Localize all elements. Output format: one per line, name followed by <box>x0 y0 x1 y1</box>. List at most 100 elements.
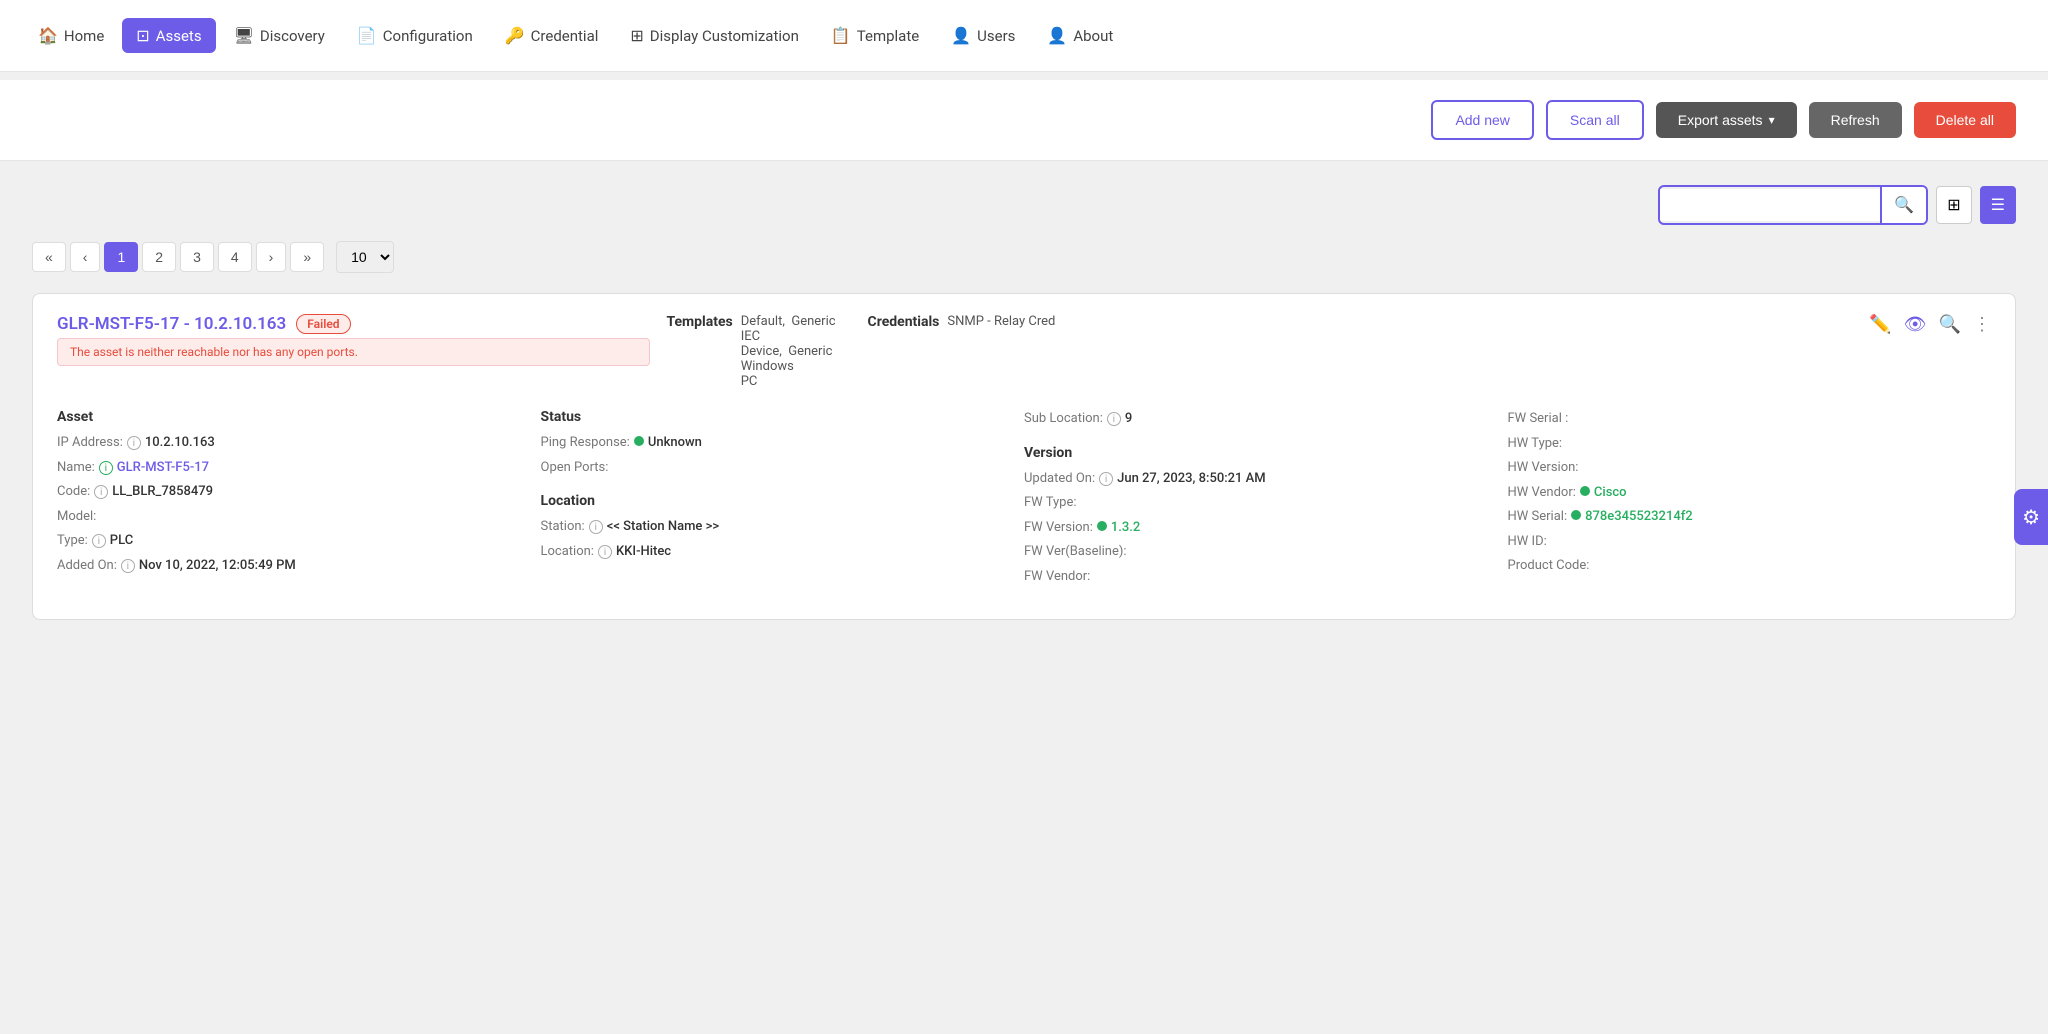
search-button[interactable]: 🔍 <box>1880 187 1926 223</box>
nav-discovery[interactable]: 🖥 Discovery <box>220 18 339 53</box>
assets-icon: ⊡ <box>136 26 149 45</box>
type-row: Type: i PLC <box>57 531 541 551</box>
nav-home[interactable]: 🏠 Home <box>24 18 118 53</box>
list-view-button[interactable]: ☰ <box>1980 186 2016 224</box>
edit-icon[interactable]: ✏️ <box>1869 314 1891 335</box>
nav-assets[interactable]: ⊡ Assets <box>122 18 215 53</box>
asset-details-grid: Asset IP Address: i 10.2.10.163 Name: i … <box>57 401 1991 599</box>
scan-all-button[interactable]: Scan all <box>1546 100 1644 140</box>
sub-location-info-icon[interactable]: i <box>1107 412 1121 426</box>
fw-ver-baseline-label: FW Ver(Baseline): <box>1024 542 1127 562</box>
last-page-button[interactable]: » <box>290 242 324 272</box>
pagination: « ‹ 1 2 3 4 › » 10 25 50 <box>32 241 2016 273</box>
ping-response-value: Unknown <box>648 433 702 453</box>
sub-location-value: 9 <box>1125 409 1132 429</box>
fw-version-row: FW Version: 1.3.2 <box>1024 518 1508 538</box>
templates-value: Default, GenericIECDevice, GenericWindow… <box>741 314 836 389</box>
fw-vendor-row: FW Vendor: <box>1024 567 1508 587</box>
per-page-select[interactable]: 10 25 50 <box>336 241 394 273</box>
view-icon[interactable]: 👁 <box>1904 314 1927 335</box>
ip-info-icon[interactable]: i <box>127 436 141 450</box>
about-icon: 👤 <box>1047 26 1067 45</box>
sub-location-row: Sub Location: i 9 <box>1024 409 1508 429</box>
open-ports-row: Open Ports: <box>541 458 1025 478</box>
nav-template[interactable]: 📋 Template <box>817 18 933 53</box>
prev-page-button[interactable]: ‹ <box>70 242 101 272</box>
product-code-label: Product Code: <box>1508 556 1590 576</box>
fw-version-dot <box>1097 521 1107 531</box>
display-customization-icon: ⊞ <box>630 26 643 45</box>
location-row: Location: i KKI-Hitec <box>541 542 1025 562</box>
station-info-icon[interactable]: i <box>589 520 603 534</box>
asset-meta-section: Templates Default, GenericIECDevice, Gen… <box>650 314 1869 389</box>
ping-status-dot <box>634 436 644 446</box>
nav-credential[interactable]: 🔑 Credential <box>491 18 613 53</box>
updated-on-info-icon[interactable]: i <box>1099 472 1113 486</box>
hw-vendor-label: HW Vendor: <box>1508 483 1576 503</box>
navbar: 🏠 Home ⊡ Assets 🖥 Discovery 📄 Configurat… <box>0 0 2048 72</box>
first-page-button[interactable]: « <box>32 242 66 272</box>
ip-address-row: IP Address: i 10.2.10.163 <box>57 433 541 453</box>
refresh-button[interactable]: Refresh <box>1809 102 1902 138</box>
hw-type-label: HW Type: <box>1508 434 1563 454</box>
more-options-icon[interactable]: ⋮ <box>1973 314 1991 335</box>
ip-address-value: 10.2.10.163 <box>145 433 215 453</box>
templates-label: Templates <box>666 314 732 330</box>
nav-display-customization[interactable]: ⊞ Display Customization <box>616 18 812 53</box>
code-label: Code: <box>57 482 90 502</box>
settings-side-button[interactable]: ⚙ <box>2014 489 2048 545</box>
credentials-label: Credentials <box>868 314 940 330</box>
add-new-button[interactable]: Add new <box>1431 100 1533 140</box>
nav-about[interactable]: 👤 About <box>1033 18 1127 53</box>
location-info-icon[interactable]: i <box>598 545 612 559</box>
page-1-button[interactable]: 1 <box>104 242 138 272</box>
fw-type-label: FW Type: <box>1024 493 1076 513</box>
name-label: Name: <box>57 458 95 478</box>
asset-title-block: GLR-MST-F5-17 - 10.2.10.163 Failed The a… <box>57 314 650 366</box>
type-value: PLC <box>110 531 133 551</box>
next-page-button[interactable]: › <box>256 242 287 272</box>
chevron-down-icon: ▾ <box>1769 113 1775 127</box>
ping-response-row: Ping Response: Unknown <box>541 433 1025 453</box>
status-badge: Failed <box>296 314 350 334</box>
code-row: Code: i LL_BLR_7858479 <box>57 482 541 502</box>
hw-serial-dot <box>1571 510 1581 520</box>
station-row: Station: i << Station Name >> <box>541 517 1025 537</box>
credentials-section: Credentials SNMP - Relay Cred <box>868 314 1056 330</box>
hardware-col: FW Serial : HW Type: HW Version: HW Vend… <box>1508 401 1992 599</box>
page-2-button[interactable]: 2 <box>142 242 176 272</box>
station-value: << Station Name >> <box>607 517 719 537</box>
discovery-icon: 🖥 <box>234 26 254 45</box>
hw-vendor-row: HW Vendor: Cisco <box>1508 483 1992 503</box>
hw-serial-label: HW Serial: <box>1508 507 1568 527</box>
main-content: 🔍 ⊞ ☰ « ‹ 1 2 3 4 › » 10 25 50 GLR-MST-F… <box>0 161 2048 644</box>
fw-ver-baseline-row: FW Ver(Baseline): <box>1024 542 1508 562</box>
location-label: Location: <box>541 542 594 562</box>
location-col-title: Location <box>541 493 1025 509</box>
toolbar: Add new Scan all Export assets ▾ Refresh… <box>0 80 2048 161</box>
credential-icon: 🔑 <box>505 26 525 45</box>
code-info-icon[interactable]: i <box>94 485 108 499</box>
credentials-value: SNMP - Relay Cred <box>947 314 1055 329</box>
configuration-icon: 📄 <box>357 26 377 45</box>
added-on-label: Added On: <box>57 556 117 576</box>
name-info-icon[interactable]: i <box>99 461 113 475</box>
added-on-info-icon[interactable]: i <box>121 559 135 573</box>
page-3-button[interactable]: 3 <box>180 242 214 272</box>
template-icon: 📋 <box>831 26 851 45</box>
nav-configuration[interactable]: 📄 Configuration <box>343 18 487 53</box>
nav-users[interactable]: 👤 Users <box>937 18 1029 53</box>
home-icon: 🏠 <box>38 26 58 45</box>
hw-serial-row: HW Serial: 878e345523214f2 <box>1508 507 1992 527</box>
page-4-button[interactable]: 4 <box>218 242 252 272</box>
export-assets-label: Export assets <box>1678 112 1763 128</box>
type-info-icon[interactable]: i <box>92 534 106 548</box>
export-assets-button[interactable]: Export assets ▾ <box>1656 102 1797 138</box>
grid-view-button[interactable]: ⊞ <box>1936 186 1971 224</box>
asset-info-col: Asset IP Address: i 10.2.10.163 Name: i … <box>57 401 541 599</box>
search-asset-icon[interactable]: 🔍 <box>1939 314 1961 335</box>
delete-all-button[interactable]: Delete all <box>1914 102 2016 138</box>
fw-serial-row: FW Serial : <box>1508 409 1992 429</box>
search-input[interactable] <box>1660 189 1880 221</box>
hw-version-row: HW Version: <box>1508 458 1992 478</box>
